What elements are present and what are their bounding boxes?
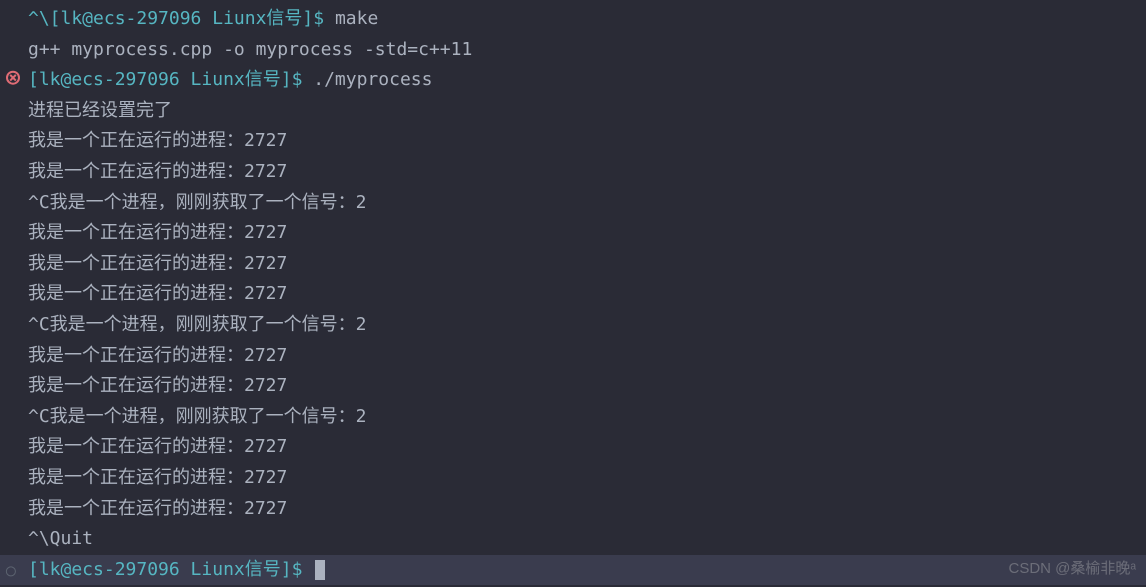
terminal-line: 我是一个正在运行的进程：2727 — [0, 279, 1146, 310]
cursor — [315, 560, 325, 580]
prompt-text: [lk@ecs-297096 Liunx信号]$ — [28, 559, 313, 580]
output-text: 我是一个正在运行的进程：2727 — [28, 375, 287, 396]
terminal-line: 我是一个正在运行的进程：2727 — [0, 157, 1146, 188]
output-text: 我是一个正在运行的进程：2727 — [28, 222, 287, 243]
output-text: ^\Quit — [28, 528, 93, 549]
terminal-line: 我是一个正在运行的进程：2727 — [0, 371, 1146, 402]
output-text: 我是一个正在运行的进程：2727 — [28, 345, 287, 366]
command-text: make — [335, 8, 378, 29]
prompt-text: ^\[lk@ecs-297096 Liunx信号]$ — [28, 8, 335, 29]
output-text: ^C我是一个进程，刚刚获取了一个信号：2 — [28, 192, 367, 213]
terminal-area[interactable]: ^\[lk@ecs-297096 Liunx信号]$ make g++ mypr… — [0, 0, 1146, 585]
terminal-line: ^C我是一个进程，刚刚获取了一个信号：2 — [0, 310, 1146, 341]
terminal-line: 我是一个正在运行的进程：2727 — [0, 432, 1146, 463]
output-text: ^C我是一个进程，刚刚获取了一个信号：2 — [28, 314, 367, 335]
output-text: 我是一个正在运行的进程：2727 — [28, 467, 287, 488]
watermark-text: CSDN @桑榆非晚ᵃ — [1009, 556, 1136, 582]
terminal-line: ^C我是一个进程，刚刚获取了一个信号：2 — [0, 402, 1146, 433]
terminal-line: 我是一个正在运行的进程：2727 — [0, 126, 1146, 157]
arrow-icon: ◯ — [6, 556, 16, 583]
terminal-line: g++ myprocess.cpp -o myprocess -std=c++1… — [0, 35, 1146, 66]
terminal-line-active[interactable]: ◯ [lk@ecs-297096 Liunx信号]$ — [0, 555, 1146, 586]
terminal-line: ^\[lk@ecs-297096 Liunx信号]$ make — [0, 4, 1146, 35]
terminal-line: 我是一个正在运行的进程：2727 — [0, 341, 1146, 372]
output-text: 我是一个正在运行的进程：2727 — [28, 253, 287, 274]
output-text: g++ myprocess.cpp -o myprocess -std=c++1… — [28, 39, 472, 60]
output-text: ^C我是一个进程，刚刚获取了一个信号：2 — [28, 406, 367, 427]
terminal-line: 我是一个正在运行的进程：2727 — [0, 494, 1146, 525]
output-text: 我是一个正在运行的进程：2727 — [28, 130, 287, 151]
terminal-line: 我是一个正在运行的进程：2727 — [0, 249, 1146, 280]
command-text: ./myprocess — [313, 69, 432, 90]
terminal-line: 进程已经设置完了 — [0, 96, 1146, 127]
prompt-text: [lk@ecs-297096 Liunx信号]$ — [28, 69, 313, 90]
output-text: 我是一个正在运行的进程：2727 — [28, 283, 287, 304]
terminal-line: ^C我是一个进程，刚刚获取了一个信号：2 — [0, 188, 1146, 219]
output-text: 我是一个正在运行的进程：2727 — [28, 498, 287, 519]
terminal-line: 我是一个正在运行的进程：2727 — [0, 218, 1146, 249]
terminal-line: 我是一个正在运行的进程：2727 — [0, 463, 1146, 494]
terminal-line: ^\Quit — [0, 524, 1146, 555]
output-text: 进程已经设置完了 — [28, 100, 172, 121]
output-text: 我是一个正在运行的进程：2727 — [28, 161, 287, 182]
output-text: 我是一个正在运行的进程：2727 — [28, 436, 287, 457]
terminal-line: [lk@ecs-297096 Liunx信号]$ ./myprocess — [0, 65, 1146, 96]
error-icon — [6, 65, 20, 96]
